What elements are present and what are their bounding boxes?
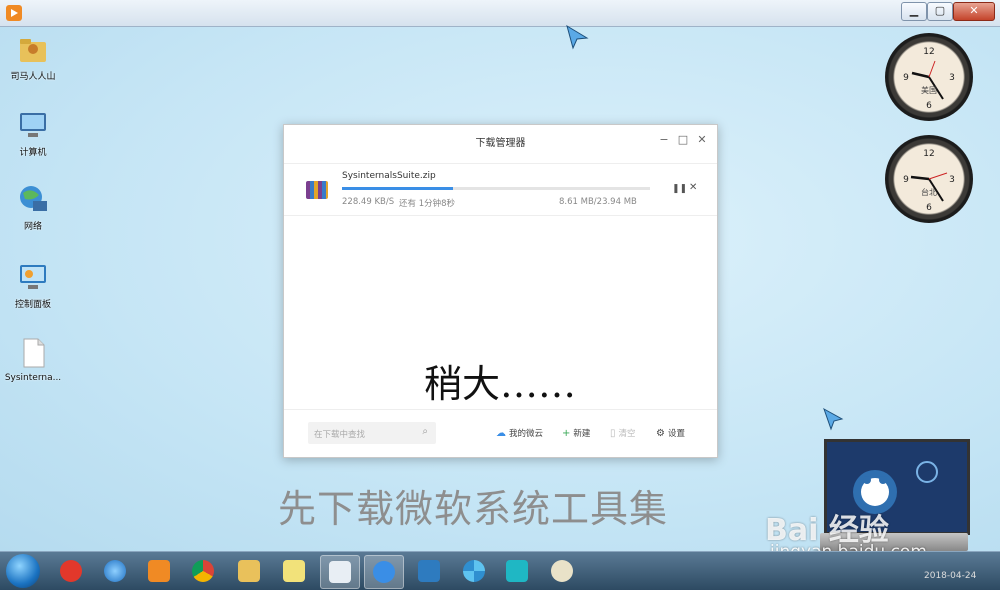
- download-app-icon: [373, 561, 395, 583]
- desktop-icon-label: 司马人人山: [10, 72, 56, 82]
- paint-palette-icon: [551, 560, 573, 582]
- desktop-icon-control-panel[interactable]: 控制面板: [2, 261, 64, 310]
- clear-button[interactable]: ▯ 清空: [610, 427, 636, 439]
- close-icon[interactable]: ✕: [689, 182, 697, 193]
- dialog-title: 下载管理器: [284, 125, 717, 164]
- window-maximize-button[interactable]: ▢: [927, 2, 953, 21]
- folder-user-icon: [17, 33, 49, 65]
- desktop-icon-label: 控制面板: [14, 300, 51, 310]
- svg-text:6: 6: [926, 101, 932, 111]
- taskbar-control-panel[interactable]: [410, 555, 448, 587]
- dialog-close-button[interactable]: ✕: [695, 133, 709, 147]
- mouse-pointer-icon: [566, 24, 589, 50]
- download-speed: 228.49 KB/S: [342, 197, 395, 207]
- media-player-icon: [148, 560, 170, 582]
- mouse-pointer-icon: [823, 407, 844, 431]
- wait-caption: 稍大……: [424, 362, 577, 406]
- plus-icon: +: [562, 428, 571, 439]
- search-icon[interactable]: ⌕: [422, 426, 428, 437]
- control-panel-icon: [418, 560, 440, 582]
- taskbar-chrome[interactable]: [184, 555, 222, 587]
- gear-icon: ⚙: [656, 428, 665, 439]
- dialog-minimize-button[interactable]: −: [657, 133, 671, 147]
- taskbar-media-player[interactable]: [140, 555, 178, 587]
- taskbar-explorer[interactable]: [230, 555, 268, 587]
- clear-label: 清空: [618, 429, 636, 439]
- clock-city-label: 台北: [921, 188, 937, 197]
- new-download-button[interactable]: + 新建: [562, 427, 590, 439]
- settings-label: 设置: [667, 429, 685, 439]
- desktop-icon-user-folder[interactable]: 司马人人山: [2, 33, 64, 82]
- taskbar-document[interactable]: [320, 555, 360, 589]
- computer-icon: [17, 109, 49, 141]
- download-time-remaining: 还有 1分钟8秒: [399, 199, 456, 209]
- tutorial-caption: 先下载微软系统工具集: [278, 487, 669, 531]
- headset-icon: [506, 560, 528, 582]
- download-manager-dialog: 下载管理器 − □ ✕ SysinternalsSuite.zip 228.49…: [283, 124, 718, 458]
- dialog-maximize-button[interactable]: □: [676, 133, 690, 147]
- sticky-notes-icon: [283, 560, 305, 582]
- window-title-bar: ▁ ▢ ✕: [0, 0, 1000, 27]
- video-app-icon: [6, 5, 22, 21]
- search-input[interactable]: [308, 424, 414, 446]
- desktop-icon-label: 计算机: [19, 148, 47, 158]
- taskbar: 2018-04-24: [0, 551, 1000, 590]
- window-close-button[interactable]: ✕: [953, 2, 995, 21]
- taskbar-paint[interactable]: [543, 555, 581, 587]
- svg-text:12: 12: [923, 47, 934, 57]
- svg-text:3: 3: [949, 175, 955, 185]
- cloud-icon: ☁: [496, 428, 506, 439]
- window-minimize-button[interactable]: ▁: [901, 2, 927, 21]
- control-panel-icon: [17, 261, 49, 293]
- download-progress-fill: [342, 187, 453, 190]
- desktop-clock-gadget: 12 3 6 9 美国: [885, 33, 973, 121]
- desktop-icon-sysinternals-file[interactable]: Sysinterna...: [2, 337, 64, 383]
- clock-city-label: 美国: [921, 86, 937, 95]
- taskbar-app-pinwheel[interactable]: [455, 555, 493, 587]
- winrar-archive-icon: [306, 181, 328, 199]
- new-label: 新建: [573, 429, 591, 439]
- svg-text:6: 6: [926, 203, 932, 213]
- desktop-clock-gadget: 12 3 6 9 台北: [885, 135, 973, 223]
- dialog-footer: ⌕ ☁我的微云 +新建 ▯清空 ⚙设置: [284, 409, 717, 458]
- svg-text:3: 3: [949, 73, 955, 83]
- my-cloud-label: 我的微云: [509, 429, 544, 439]
- start-button[interactable]: [6, 554, 40, 588]
- trash-icon: ▯: [610, 428, 616, 439]
- download-progress-bar: [342, 187, 650, 190]
- svg-text:9: 9: [903, 175, 909, 185]
- download-item[interactable]: SysinternalsSuite.zip 228.49 KB/S 还有 1分钟…: [284, 165, 717, 216]
- ie-icon: [104, 560, 126, 582]
- svg-text:12: 12: [923, 149, 934, 159]
- taskbar-app-headset[interactable]: [498, 555, 536, 587]
- desktop-icon-computer[interactable]: 计算机: [2, 109, 64, 158]
- taskbar-download-manager[interactable]: [364, 555, 404, 589]
- taskbar-ie[interactable]: [96, 555, 134, 587]
- download-file-name: SysinternalsSuite.zip: [342, 171, 436, 181]
- document-icon: [329, 561, 351, 583]
- svg-text:9: 9: [903, 73, 909, 83]
- pause-icon[interactable]: ❚❚: [672, 184, 687, 194]
- desktop-icon-label: 网络: [23, 222, 42, 232]
- search-box[interactable]: ⌕: [308, 422, 436, 446]
- pinwheel-icon: [463, 560, 485, 582]
- taskbar-date: 2018-04-24: [924, 571, 977, 581]
- taskbar-app-1[interactable]: [52, 555, 90, 587]
- desktop-icon-network[interactable]: 网络: [2, 183, 64, 232]
- folder-icon: [238, 560, 260, 582]
- settings-button[interactable]: ⚙ 设置: [656, 427, 685, 439]
- my-cloud-button[interactable]: ☁ 我的微云: [496, 427, 543, 439]
- blank-file-icon: [17, 337, 49, 369]
- network-globe-icon: [17, 183, 49, 215]
- download-size: 8.61 MB/23.94 MB: [559, 197, 637, 207]
- desktop-icon-label: Sysinterna...: [4, 373, 62, 383]
- taskbar-notes[interactable]: [275, 555, 313, 587]
- app-red-icon: [60, 560, 82, 582]
- chrome-icon: [192, 560, 214, 582]
